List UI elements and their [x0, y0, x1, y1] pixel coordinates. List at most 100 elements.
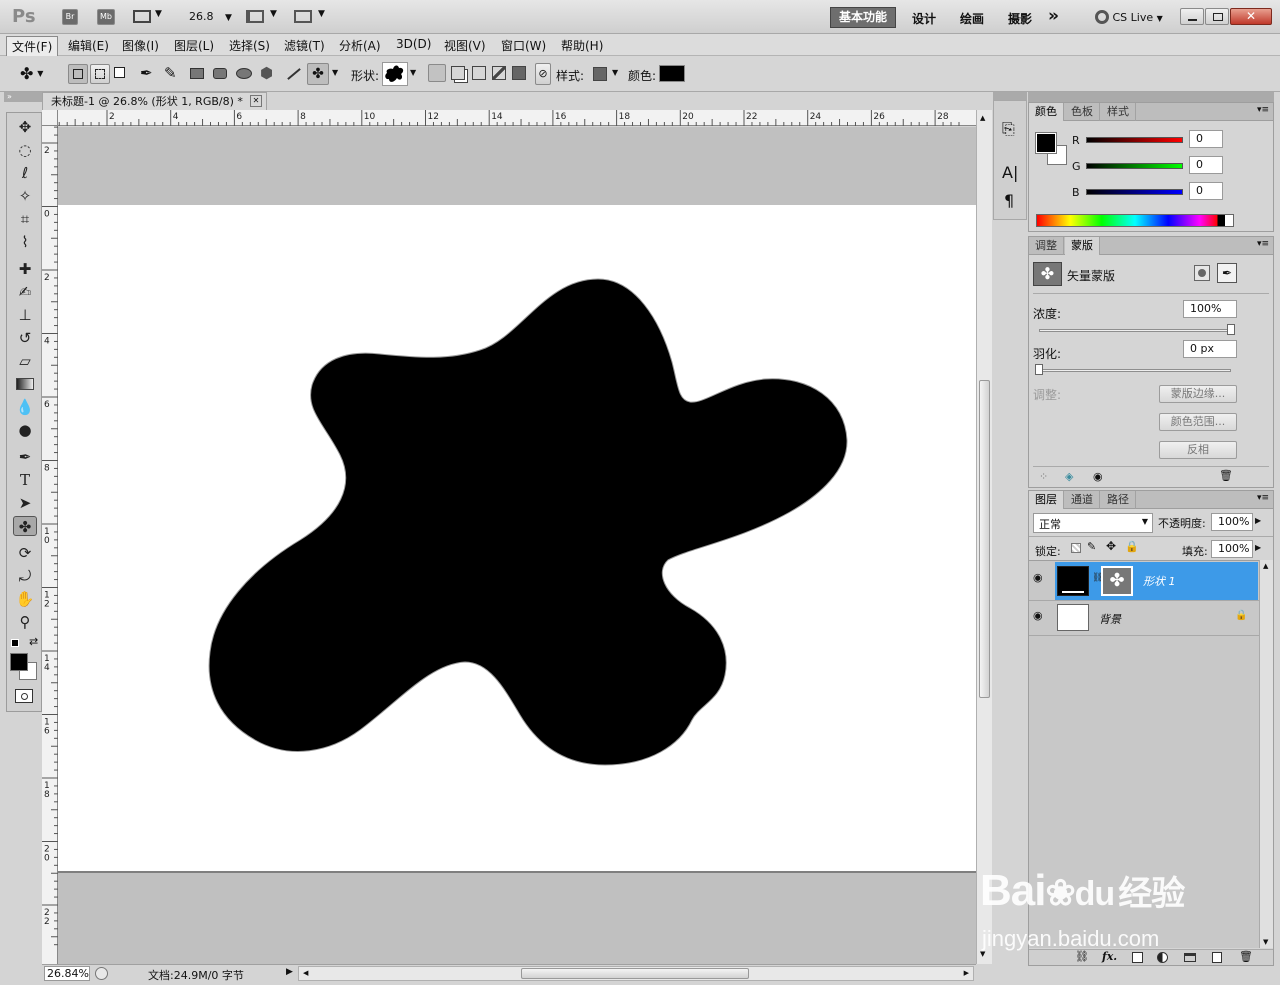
visibility-eye-icon[interactable]: ◉	[1093, 470, 1103, 483]
chevron-down-icon[interactable]: ▼	[410, 68, 416, 77]
tab-color[interactable]: 颜色	[1029, 103, 1064, 121]
link-layers-icon[interactable]: ⛓	[1075, 950, 1089, 963]
opacity-arrow-icon[interactable]: ▶	[1255, 516, 1261, 525]
minimize-button[interactable]	[1180, 8, 1204, 25]
vector-mask-button[interactable]: ✒	[1217, 263, 1237, 283]
feather-value[interactable]: 0 px	[1183, 340, 1237, 358]
rounded-rectangle-icon[interactable]	[213, 68, 227, 79]
apply-mask-icon[interactable]: ◈	[1065, 470, 1073, 483]
toolbar-header[interactable]: »	[4, 92, 42, 102]
crop-tool-icon[interactable]: ⌗	[13, 209, 37, 229]
healing-brush-tool-icon[interactable]: ✚	[13, 259, 37, 279]
quick-mask-icon[interactable]	[15, 689, 33, 703]
color-fg-swatch[interactable]	[1035, 132, 1057, 154]
tab-masks[interactable]: 蒙版	[1065, 237, 1100, 255]
layer-row-background[interactable]: 背景 🔒	[1055, 601, 1258, 635]
chevron-down-icon[interactable]: ▼	[612, 68, 618, 77]
color-range-button[interactable]: 颜色范围...	[1159, 413, 1237, 431]
tab-swatches[interactable]: 色板	[1065, 103, 1100, 121]
line-icon[interactable]	[287, 68, 301, 80]
screen-mode-dropdown[interactable]: ▼	[294, 9, 328, 25]
density-value[interactable]: 100%	[1183, 300, 1237, 318]
cs-live-button[interactable]: CS Live ▼	[1095, 10, 1163, 24]
status-zoom-field[interactable]: 26.84%	[44, 966, 90, 981]
panel-menu-icon[interactable]: ▾≡	[1257, 105, 1269, 115]
status-menu-arrow-icon[interactable]: ▶	[286, 967, 293, 977]
fill-value[interactable]: 100%	[1211, 540, 1253, 558]
eraser-tool-icon[interactable]: ▱	[13, 351, 37, 371]
panel-menu-icon[interactable]: ▾≡	[1257, 493, 1269, 503]
close-window-button[interactable]: ✕	[1230, 8, 1272, 25]
scroll-up-icon[interactable]: ▲	[980, 114, 985, 122]
opacity-value[interactable]: 100%	[1211, 513, 1253, 531]
lock-position-icon[interactable]: ✥	[1106, 539, 1116, 553]
lock-all-icon[interactable]: 🔒	[1125, 540, 1139, 553]
fill-arrow-icon[interactable]: ▶	[1255, 543, 1261, 552]
workspace-design-button[interactable]: 设计	[912, 10, 936, 27]
panel-menu-icon[interactable]: ▾≡	[1257, 239, 1269, 249]
feather-slider-thumb[interactable]	[1035, 364, 1043, 375]
vertical-scrollbar[interactable]: ▲ ▼	[976, 110, 992, 964]
workspace-photography-button[interactable]: 摄影	[1008, 10, 1032, 27]
load-selection-icon[interactable]: ⁘	[1039, 470, 1048, 483]
horizontal-scrollbar[interactable]: ◀ ▶	[298, 966, 974, 981]
paragraph-icon[interactable]: ¶	[1004, 191, 1014, 210]
menu-window[interactable]: 窗口(W)	[501, 37, 546, 54]
character-icon[interactable]: A|	[1002, 163, 1018, 182]
adjustment-layer-icon[interactable]	[1157, 952, 1168, 963]
tab-channels[interactable]: 通道	[1065, 491, 1100, 509]
channel-g-value[interactable]: 0	[1189, 156, 1223, 174]
ellipse-icon[interactable]	[236, 68, 252, 79]
layer-name[interactable]: 形状 1	[1143, 573, 1176, 589]
scroll-thumb[interactable]	[979, 380, 990, 698]
mask-edge-button[interactable]: 蒙版边缘...	[1159, 385, 1237, 403]
right-panels-header[interactable]	[1028, 92, 1274, 102]
3d-rotate-tool-icon[interactable]: ⟳	[13, 543, 37, 563]
scroll-down-icon[interactable]: ▼	[980, 950, 985, 958]
subtract-shape-icon[interactable]	[472, 66, 486, 80]
menu-layer[interactable]: 图层(L)	[174, 37, 214, 54]
exclude-shape-icon[interactable]	[512, 66, 526, 80]
menu-select[interactable]: 选择(S)	[229, 37, 270, 54]
tool-preset-picker[interactable]: ✤ ▼	[20, 64, 58, 84]
color-swatch[interactable]	[659, 65, 685, 82]
scroll-thumb[interactable]	[521, 968, 749, 979]
vertical-ruler[interactable]: 20246810121416182022	[42, 126, 58, 964]
polygon-icon[interactable]: ⬢	[260, 64, 273, 82]
tab-paths[interactable]: 路径	[1101, 491, 1136, 509]
layer-vector-mask-thumbnail[interactable]: ✤	[1101, 566, 1133, 596]
mini-bridge-button[interactable]: Mb	[97, 9, 115, 25]
workspace-essentials-button[interactable]: 基本功能	[830, 7, 896, 28]
bridge-button[interactable]: Br	[62, 9, 78, 25]
blur-tool-icon[interactable]: 💧	[13, 397, 37, 417]
quick-selection-tool-icon[interactable]: ✧	[13, 186, 37, 206]
more-workspaces-button[interactable]: »	[1048, 6, 1059, 26]
brush-tool-icon[interactable]: ✍	[13, 282, 37, 302]
new-shape-layer-button[interactable]	[428, 64, 446, 82]
tab-layers[interactable]: 图层	[1029, 491, 1064, 509]
visibility-eye-icon[interactable]: ◉	[1033, 571, 1043, 584]
tab-adjustments[interactable]: 调整	[1029, 237, 1064, 255]
path-selection-tool-icon[interactable]: ➤	[13, 493, 37, 513]
paths-mode-button[interactable]	[90, 64, 110, 84]
feather-slider[interactable]	[1039, 369, 1231, 372]
history-brush-tool-icon[interactable]: ↺	[13, 328, 37, 348]
close-icon[interactable]: ✕	[250, 95, 262, 107]
new-layer-icon[interactable]	[1212, 952, 1222, 963]
add-mask-icon[interactable]	[1132, 952, 1143, 963]
style-picker[interactable]	[593, 67, 607, 81]
lasso-tool-icon[interactable]: ℓ	[13, 163, 37, 183]
hand-tool-icon[interactable]: ✋	[13, 589, 37, 609]
type-tool-icon[interactable]: T	[13, 470, 37, 490]
view-extras-dropdown[interactable]: ▼	[133, 9, 165, 25]
lock-transparent-icon[interactable]	[1071, 543, 1081, 553]
scroll-up-icon[interactable]: ▲	[1263, 562, 1268, 570]
chevron-down-icon[interactable]: ▼	[332, 68, 338, 77]
pen-tool-icon[interactable]: ✒	[140, 64, 153, 82]
layer-name[interactable]: 背景	[1099, 611, 1121, 627]
status-info-icon[interactable]	[95, 967, 108, 980]
layer-fill-thumbnail[interactable]	[1057, 566, 1089, 596]
move-tool-icon[interactable]: ✥	[13, 117, 37, 137]
arrange-documents-dropdown[interactable]: ▼	[246, 9, 280, 25]
custom-shape-tool-button[interactable]: ✤	[307, 63, 329, 85]
